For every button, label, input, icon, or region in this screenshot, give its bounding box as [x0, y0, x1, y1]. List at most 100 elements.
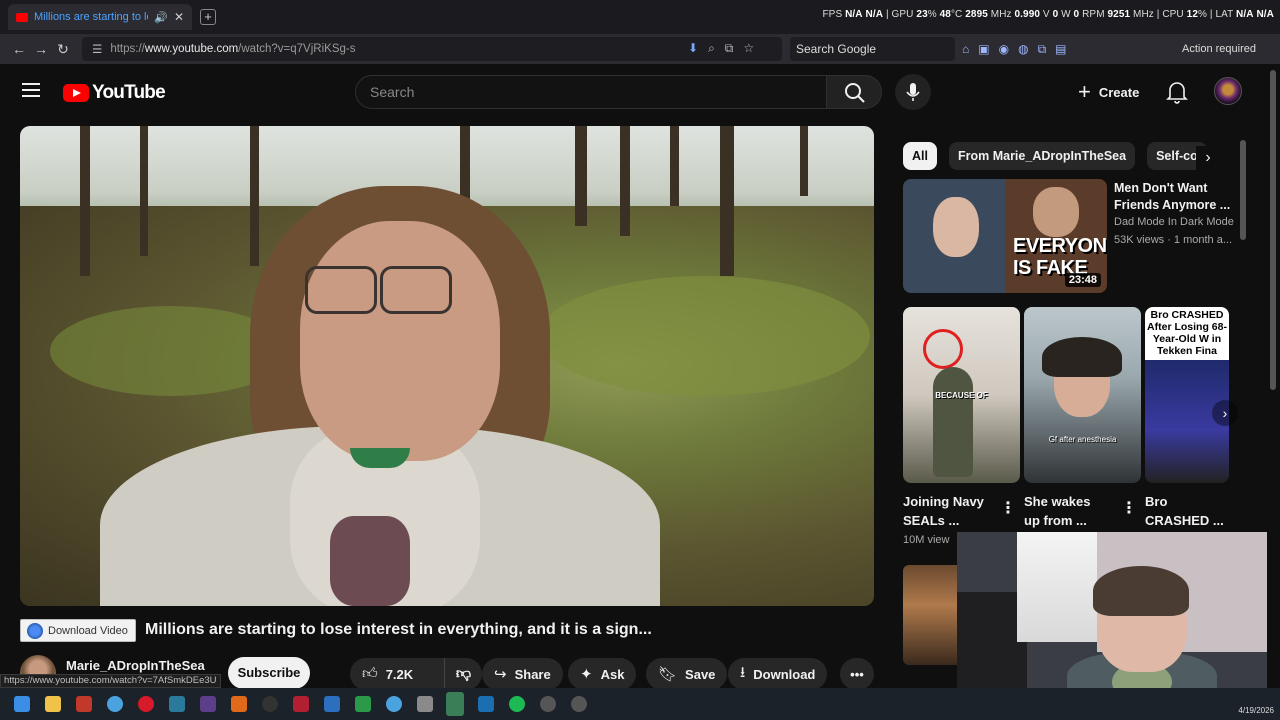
file-explorer-icon[interactable] [45, 696, 61, 712]
window-icon[interactable]: ▣ [978, 42, 998, 56]
windows-taskbar [0, 688, 1280, 720]
download-arrow-icon: ⭳ [740, 663, 746, 681]
screenshot-icon[interactable]: ⧉ [725, 41, 744, 55]
short-title[interactable]: Joining Navy SEALs ... [903, 492, 984, 530]
youtube-favicon-icon [16, 12, 28, 22]
taskbar-app-icon[interactable] [324, 696, 340, 712]
short-title[interactable]: Bro CRASHED ... [1145, 492, 1224, 530]
short-menu-icon[interactable]: ⋮ [1121, 498, 1137, 518]
short-thumbnail[interactable]: BECAUSE OF [903, 307, 1020, 483]
share-button[interactable]: ↪ Share [482, 658, 563, 690]
home-icon[interactable]: ⌂ [962, 42, 978, 56]
taskbar-globe-icon[interactable] [107, 696, 123, 712]
webcam-overlay [957, 532, 1267, 708]
xbox-icon[interactable] [355, 696, 371, 712]
forward-icon[interactable]: → [30, 41, 52, 57]
chevron-right-icon: › [1222, 405, 1228, 421]
new-tab-button[interactable]: + [200, 9, 216, 25]
steam-icon[interactable] [478, 696, 494, 712]
page-scrollbar[interactable] [1270, 70, 1276, 390]
extension-globe-icon[interactable]: ◉ [999, 42, 1018, 56]
taskbar-app-icon[interactable] [169, 696, 185, 712]
extension-sidebar-icon[interactable]: ▤ [1055, 42, 1075, 56]
taskbar-app-icon[interactable] [571, 696, 587, 712]
filter-chips: All From Marie_ADropInTheSea Self-co [903, 142, 1219, 170]
account-avatar[interactable] [1214, 77, 1242, 105]
more-actions-button[interactable]: ••• [840, 658, 874, 690]
recommended-video-channel[interactable]: Dad Mode In Dark Mode [1114, 216, 1234, 228]
thumbs-up-icon: 👍︎ [362, 665, 378, 682]
taskbar-app-icon[interactable] [293, 696, 309, 712]
taskbar-date: 4/19/2026 [1238, 706, 1274, 715]
action-required-button[interactable]: Action required [1182, 43, 1256, 55]
video-player[interactable] [20, 126, 874, 606]
taskbar-app-icon[interactable] [200, 696, 216, 712]
recommended-video-thumbnail[interactable]: EVERYONEIS FAKE 23:48 [903, 179, 1107, 293]
download-video-extension-button[interactable]: Download Video [20, 619, 136, 642]
short-thumbnail[interactable]: Gf after anesthesia [1024, 307, 1141, 483]
menu-icon[interactable] [22, 83, 40, 97]
short-thumbnail[interactable]: Bro CRASHED After Losing 68-Year-Old W i… [1145, 307, 1229, 483]
start-windows-icon[interactable] [14, 696, 30, 712]
youtube-header: YouTube Search + Create [0, 64, 1280, 120]
zoom-icon[interactable]: ⌕ [708, 41, 725, 55]
youtube-logo[interactable]: YouTube [63, 82, 166, 104]
taskbar-app-icon[interactable] [262, 696, 278, 712]
taskbar-app-icon[interactable] [76, 696, 92, 712]
spreadsheet-icon[interactable] [446, 692, 464, 716]
like-button[interactable]: 👍︎ 7.2K [350, 658, 444, 690]
ask-button[interactable]: ✦ Ask [568, 658, 637, 690]
extension-vpn-icon[interactable]: ◍ [1018, 42, 1037, 56]
recommended-video-thumbnail[interactable] [903, 565, 963, 665]
youtube-play-icon [63, 84, 89, 102]
taskbar-app-icon[interactable] [231, 696, 247, 712]
taskbar-app-icon[interactable] [417, 696, 433, 712]
extension-puzzle-icon[interactable]: ⧉ [1038, 42, 1056, 56]
download-icon[interactable]: ⬇ [688, 41, 708, 55]
notifications-button[interactable] [1166, 80, 1188, 109]
subscribe-button[interactable]: Subscribe [228, 657, 310, 689]
sidebar-scrollbar[interactable] [1240, 140, 1246, 240]
taskbar-app-icon[interactable] [540, 696, 556, 712]
close-tab-icon[interactable]: ✕ [174, 10, 184, 24]
recommended-video-meta: 53K views · 1 month a... [1114, 234, 1232, 246]
address-bar[interactable]: ☰ https://www.youtube.com/watch?v=q7VjRi… [82, 37, 782, 61]
browser-tab-strip: Millions are starting to lose i 🔊 ✕ + FP… [0, 0, 1280, 34]
performance-overlay: FPS N/A N/A | GPU 23% 48°C 2895 MHz 0.99… [822, 9, 1274, 20]
chip-all[interactable]: All [903, 142, 937, 170]
save-button[interactable]: 🔖︎ Save [646, 658, 728, 690]
chevron-right-icon: › [1205, 149, 1211, 166]
download-video-icon [27, 622, 43, 639]
extension-icons: ⌂▣◉◍⧉▤ [962, 42, 1075, 57]
tab-title: Millions are starting to lose i [34, 11, 148, 23]
back-icon[interactable]: ← [8, 41, 30, 57]
short-views: 10M view [903, 534, 950, 546]
chip-from-channel[interactable]: From Marie_ADropInTheSea [948, 142, 1136, 170]
download-button[interactable]: ⭳ Download [728, 658, 828, 690]
thumbs-down-icon: 👎︎ [455, 665, 472, 682]
short-menu-icon[interactable]: ⋮ [1000, 498, 1016, 518]
site-info-icon[interactable]: ☰ [92, 42, 102, 56]
bookmark-star-icon[interactable]: ☆ [743, 41, 764, 55]
microphone-icon [906, 83, 920, 101]
voice-search-button[interactable] [895, 74, 931, 110]
plus-icon: + [1078, 79, 1091, 104]
speaker-icon[interactable]: 🔊 [154, 11, 168, 24]
browser-tab-active[interactable]: Millions are starting to lose i 🔊 ✕ [8, 4, 192, 30]
video-title: Millions are starting to lose interest i… [145, 621, 652, 638]
search-button[interactable] [826, 75, 882, 109]
browser-icon[interactable] [386, 696, 402, 712]
reload-icon[interactable]: ↻ [52, 41, 74, 58]
search-engine-box[interactable]: Search Google [790, 37, 955, 61]
shorts-next-button[interactable]: › [1212, 400, 1238, 426]
chips-next-button[interactable]: › [1196, 146, 1220, 170]
opera-icon[interactable] [138, 696, 154, 712]
create-button[interactable]: + Create [1070, 76, 1151, 108]
recommended-video-title[interactable]: Men Don't Want Friends Anymore ... [1114, 180, 1232, 214]
dislike-button[interactable]: 👎︎ [444, 658, 482, 690]
more-horizontal-icon: ••• [850, 666, 864, 682]
short-title[interactable]: She wakes up from ... [1024, 492, 1091, 530]
search-input[interactable]: Search [355, 75, 827, 109]
spotify-icon[interactable] [509, 696, 525, 712]
channel-name[interactable]: Marie_ADropInTheSea [66, 658, 205, 673]
